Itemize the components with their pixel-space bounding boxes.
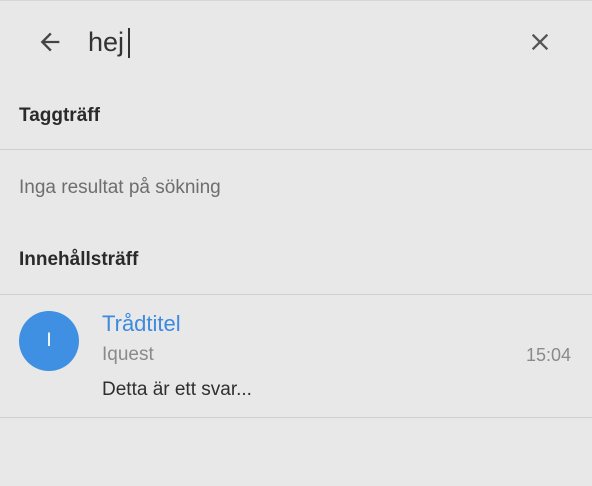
tag-matches-header: Taggträff — [19, 105, 100, 126]
thread-title-link[interactable]: Trådtitel — [102, 311, 181, 337]
text-caret — [128, 28, 130, 58]
tag-empty-message: Inga resultat på sökning — [19, 177, 221, 198]
search-bar — [0, 0, 592, 84]
result-divider — [0, 417, 592, 418]
back-button[interactable] — [34, 26, 66, 58]
thread-author: Iquest — [102, 344, 154, 365]
thread-timestamp: 15:04 — [525, 345, 571, 365]
avatar: I — [19, 311, 79, 371]
tag-section-divider — [0, 149, 592, 150]
search-result-item[interactable]: I Trådtitel Iquest 15:04 Detta är ett sv… — [0, 295, 592, 417]
content-matches-header: Innehållsträff — [19, 249, 139, 270]
close-icon — [531, 33, 549, 51]
clear-search-button[interactable] — [524, 26, 556, 58]
search-input[interactable] — [88, 22, 488, 62]
thread-snippet: Detta är ett svar... — [102, 379, 252, 400]
avatar-initial: I — [46, 330, 52, 351]
arrow-left-icon — [40, 32, 60, 52]
